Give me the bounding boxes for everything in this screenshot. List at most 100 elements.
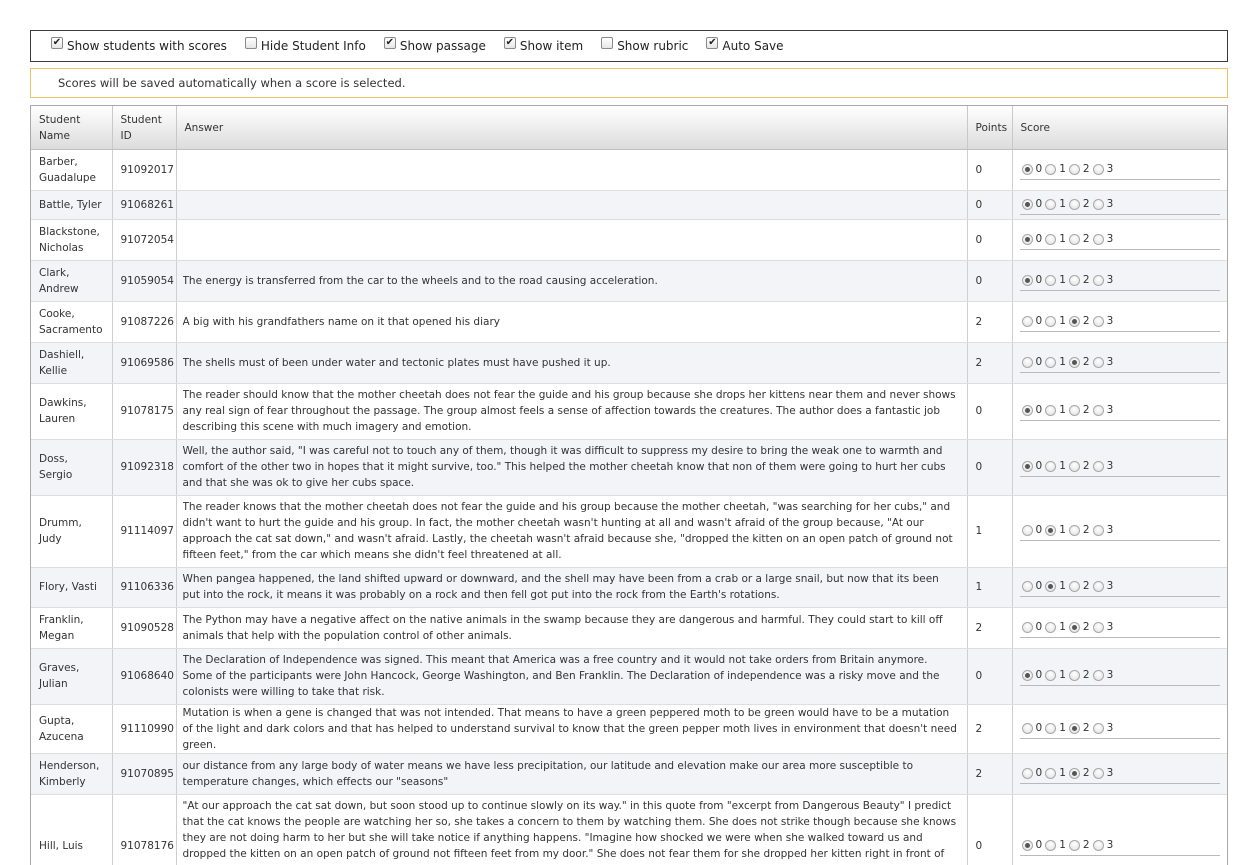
score-radio-3[interactable] — [1092, 274, 1104, 286]
points-cell: 0 — [967, 190, 1013, 220]
show-item-checkbox[interactable] — [503, 37, 516, 49]
score-radio-0[interactable] — [1021, 722, 1033, 734]
score-cell: 0 1 2 3 — [1012, 704, 1227, 754]
column-header-answer[interactable]: Answer — [176, 106, 968, 150]
score-radio-1[interactable] — [1045, 767, 1057, 779]
score-radio-1[interactable] — [1045, 274, 1057, 286]
score-radio-0[interactable] — [1021, 461, 1033, 472]
score-radio-0[interactable] — [1021, 621, 1033, 633]
column-header-student-id[interactable]: Student ID — [112, 106, 177, 150]
score-radio-label: 0 — [1035, 197, 1043, 210]
score-radio-label: 0 — [1035, 721, 1043, 734]
score-radio-3[interactable] — [1092, 767, 1104, 779]
score-cell: 0 1 2 3 — [1012, 260, 1227, 302]
score-radio-2[interactable] — [1068, 461, 1080, 472]
score-radio-1[interactable] — [1045, 233, 1057, 245]
score-radio-group: 0 1 2 3 — [1019, 666, 1220, 686]
score-radio-3[interactable] — [1092, 840, 1104, 851]
student-name-cell: Clark, Andrew — [31, 260, 113, 302]
hide-student-info-checkbox[interactable] — [244, 37, 257, 49]
score-radio-2[interactable] — [1068, 274, 1080, 286]
score-radio-3[interactable] — [1092, 722, 1104, 734]
show-passage-checkbox[interactable] — [383, 37, 396, 49]
show-students-with-scores-checkbox[interactable] — [51, 37, 63, 49]
option-auto-save[interactable]: Auto Save — [706, 37, 784, 53]
score-radio-0[interactable] — [1021, 198, 1033, 210]
score-radio-3[interactable] — [1092, 405, 1104, 416]
score-radio-0[interactable] — [1021, 670, 1033, 681]
option-hide-student-info[interactable]: Hide Student Info — [244, 37, 366, 53]
score-radio-0[interactable] — [1021, 163, 1033, 175]
option-show-item[interactable]: Show item — [503, 37, 583, 53]
score-radio-1[interactable] — [1045, 315, 1057, 327]
score-radio-2[interactable] — [1068, 315, 1080, 327]
score-radio-label: 0 — [1035, 355, 1043, 368]
score-radio-2[interactable] — [1068, 621, 1080, 633]
score-radio-0[interactable] — [1021, 233, 1033, 245]
score-radio-1[interactable] — [1045, 356, 1057, 368]
score-radio-3[interactable] — [1092, 233, 1104, 245]
score-radio-1[interactable] — [1045, 163, 1057, 175]
option-show-passage[interactable]: Show passage — [383, 37, 486, 53]
score-radio-0[interactable] — [1021, 525, 1033, 536]
score-radio-group: 0 1 2 3 — [1019, 577, 1220, 597]
score-radio-2[interactable] — [1068, 163, 1080, 175]
score-radio-2[interactable] — [1068, 405, 1080, 416]
score-radio-1[interactable] — [1045, 461, 1057, 472]
column-header-points[interactable]: Points — [967, 106, 1013, 150]
score-radio-2[interactable] — [1068, 767, 1080, 779]
score-radio-3[interactable] — [1092, 525, 1104, 536]
score-radio-label: 1 — [1059, 314, 1066, 327]
score-radio-3[interactable] — [1092, 621, 1104, 633]
score-cell: 0 1 2 3 — [1012, 149, 1227, 191]
score-radio-label: 3 — [1106, 404, 1114, 416]
option-show-students-with-scores[interactable]: Show students with scores — [51, 37, 227, 53]
score-radio-0[interactable] — [1021, 840, 1033, 851]
score-radio-0[interactable] — [1021, 274, 1033, 286]
score-radio-0[interactable] — [1021, 581, 1033, 592]
score-radio-2[interactable] — [1068, 356, 1080, 368]
score-radio-1[interactable] — [1045, 722, 1057, 734]
auto-save-checkbox[interactable] — [706, 37, 719, 49]
score-radio-1[interactable] — [1045, 840, 1057, 851]
score-radio-3[interactable] — [1092, 163, 1104, 175]
score-radio-0[interactable] — [1021, 315, 1033, 327]
column-header-student-name[interactable]: Student Name — [31, 106, 113, 150]
score-radio-3[interactable] — [1092, 461, 1104, 472]
table-row: Battle, Tyler 91068261 0 0 1 2 3 — [31, 190, 1227, 220]
score-radio-2[interactable] — [1068, 233, 1080, 245]
score-radio-2[interactable] — [1068, 722, 1080, 734]
score-radio-1[interactable] — [1045, 581, 1057, 592]
score-radio-3[interactable] — [1092, 315, 1104, 327]
score-radio-label: 3 — [1106, 839, 1114, 851]
answer-cell — [176, 219, 968, 261]
answer-cell: "At our approach the cat sat down, but s… — [176, 794, 968, 865]
score-cell: 0 1 2 3 — [1012, 753, 1227, 795]
score-radio-2[interactable] — [1068, 840, 1080, 851]
score-radio-3[interactable] — [1092, 198, 1104, 210]
show-rubric-checkbox[interactable] — [601, 37, 614, 49]
score-radio-1[interactable] — [1045, 525, 1057, 536]
score-radio-2[interactable] — [1068, 670, 1080, 681]
score-radio-label: 1 — [1059, 721, 1066, 734]
score-radio-3[interactable] — [1092, 670, 1104, 681]
score-radio-2[interactable] — [1068, 198, 1080, 210]
score-radio-2[interactable] — [1068, 525, 1080, 536]
answer-text: The reader should know that the mother c… — [182, 389, 956, 433]
table-row: Barber, Guadalupe 91092017 0 0 1 2 3 — [31, 149, 1227, 191]
score-radio-3[interactable] — [1092, 581, 1104, 592]
score-radio-label: 2 — [1082, 669, 1090, 681]
column-header-score[interactable]: Score — [1012, 106, 1227, 150]
score-radio-group: 0 1 2 3 — [1019, 521, 1220, 541]
score-radio-0[interactable] — [1021, 767, 1033, 779]
score-radio-group: 0 1 2 3 — [1019, 160, 1220, 180]
score-radio-3[interactable] — [1092, 356, 1104, 368]
option-show-rubric[interactable]: Show rubric — [601, 37, 688, 53]
score-radio-0[interactable] — [1021, 405, 1033, 416]
score-radio-1[interactable] — [1045, 670, 1057, 681]
score-radio-2[interactable] — [1068, 581, 1080, 592]
score-radio-0[interactable] — [1021, 356, 1033, 368]
score-radio-1[interactable] — [1045, 198, 1057, 210]
score-radio-1[interactable] — [1045, 621, 1057, 633]
score-radio-1[interactable] — [1045, 405, 1057, 416]
